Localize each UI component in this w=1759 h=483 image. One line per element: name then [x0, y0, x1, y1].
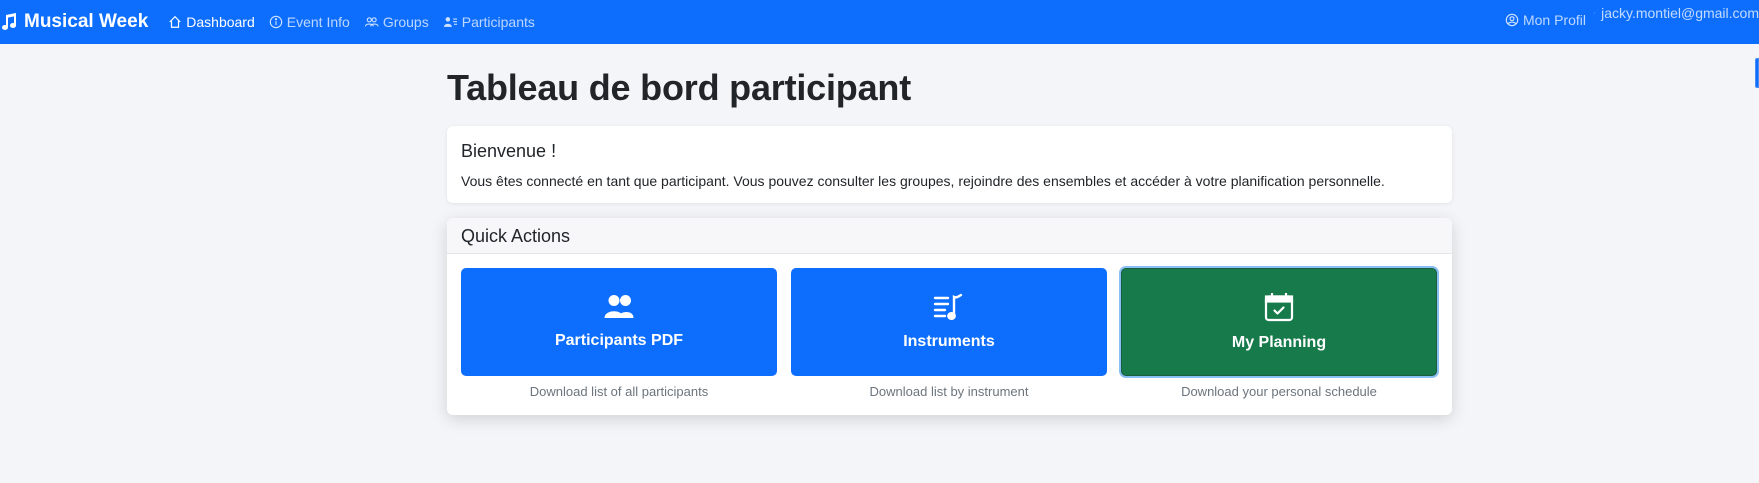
- info-circle-icon: [269, 15, 283, 29]
- my-planning-label: My Planning: [1231, 333, 1327, 351]
- nav-dashboard[interactable]: Dashboard: [168, 14, 255, 30]
- quick-actions-card: Quick Actions Participants PDF Download …: [447, 217, 1452, 415]
- instruments-label: Instruments: [903, 332, 995, 350]
- nav-participants[interactable]: Participants: [443, 14, 535, 30]
- action-my-planning: My Planning Download your personal sched…: [1121, 267, 1437, 399]
- person-badge-icon: [1594, 12, 1596, 14]
- navbar-right: Mon Profil jacky.montiel@gmail.com: [1505, 0, 1759, 44]
- nav-profile-label: Mon Profil: [1522, 12, 1586, 28]
- page-title: Tableau de bord participant: [447, 67, 911, 108]
- instruments-button[interactable]: Instruments: [791, 267, 1107, 376]
- nav-groups-label: Groups: [382, 14, 429, 30]
- instruments-description: Download list by instrument: [869, 383, 1029, 399]
- action-participants-pdf: Participants PDF Download list of all pa…: [461, 267, 777, 399]
- music-list-icon: [933, 293, 963, 320]
- user-email: jacky.montiel@gmail.com: [1594, 0, 1759, 21]
- people-fill-icon: [604, 294, 634, 318]
- person-circle-icon: [1505, 13, 1519, 27]
- top-navbar: Musical Week Dashboard Event Info Groups…: [0, 0, 1759, 44]
- welcome-text: Vous êtes connecté en tant que participa…: [461, 172, 1385, 189]
- quick-actions-title: Quick Actions: [461, 225, 571, 246]
- quick-actions-body: Participants PDF Download list of all pa…: [447, 254, 1452, 415]
- music-note-icon: [2, 13, 16, 30]
- nav-event-info-label: Event Info: [286, 14, 350, 30]
- quick-actions-header: Quick Actions: [447, 217, 1452, 254]
- action-instruments: Instruments Download list by instrument: [791, 267, 1107, 399]
- participants-pdf-description: Download list of all participants: [529, 383, 709, 399]
- welcome-card: Bienvenue ! Vous êtes connecté en tant q…: [447, 125, 1452, 203]
- brand-name: Musical Week: [24, 11, 149, 32]
- person-lines-icon: [443, 17, 457, 27]
- nav-participants-label: Participants: [461, 14, 535, 30]
- welcome-title: Bienvenue !: [461, 140, 557, 161]
- my-planning-button[interactable]: My Planning: [1121, 267, 1437, 376]
- my-planning-description: Download your personal schedule: [1181, 383, 1377, 399]
- house-icon: [169, 15, 181, 28]
- nav-profile[interactable]: Mon Profil: [1505, 0, 1586, 40]
- user-email-text: jacky.montiel@gmail.com: [1601, 5, 1759, 21]
- nav-event-info[interactable]: Event Info: [269, 14, 350, 30]
- people-icon: [364, 17, 379, 27]
- brand-link[interactable]: Musical Week: [2, 11, 148, 33]
- nav-dashboard-label: Dashboard: [186, 14, 255, 30]
- edge-tab[interactable]: [1755, 58, 1759, 88]
- main-content: Tableau de bord participant Bienvenue ! …: [447, 44, 1452, 415]
- nav-groups[interactable]: Groups: [364, 14, 429, 30]
- participants-pdf-label: Participants PDF: [554, 331, 684, 349]
- participants-pdf-button[interactable]: Participants PDF: [461, 267, 777, 376]
- calendar-check-icon: [1264, 292, 1294, 321]
